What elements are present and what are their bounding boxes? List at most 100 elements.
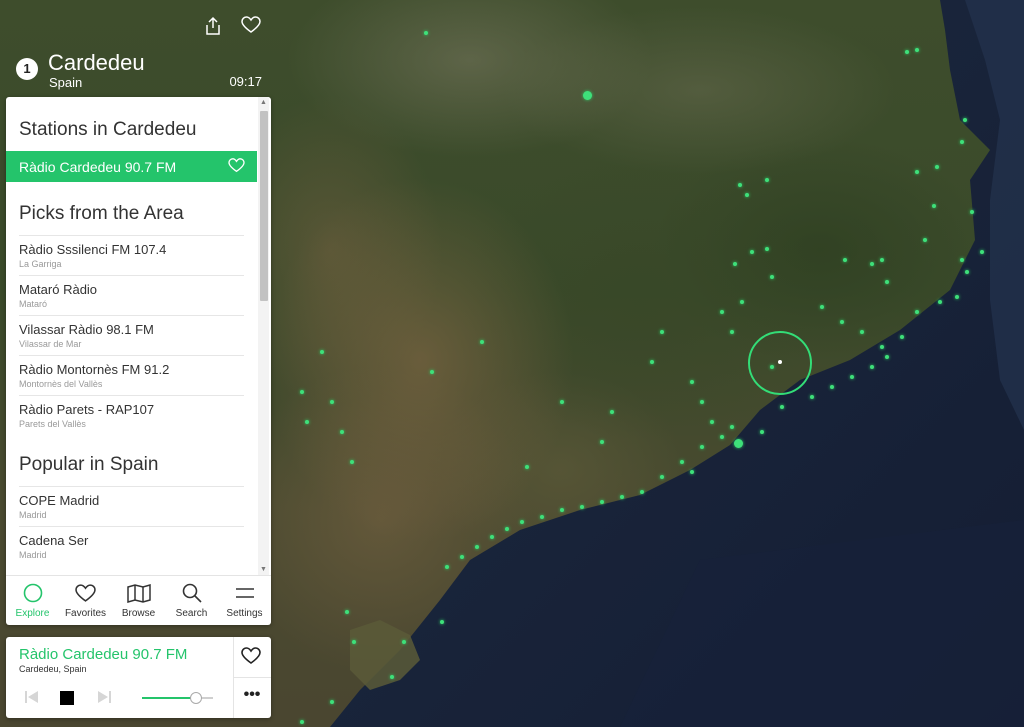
station-marker[interactable]	[750, 250, 754, 254]
station-marker[interactable]	[320, 350, 324, 354]
station-marker[interactable]	[680, 460, 684, 464]
nav-favorites[interactable]: Favorites	[59, 576, 112, 625]
volume-slider-handle[interactable]	[190, 692, 202, 704]
list-item[interactable]: Cadena Ser Madrid	[19, 526, 244, 566]
station-marker[interactable]	[520, 520, 524, 524]
station-marker[interactable]	[600, 440, 604, 444]
station-marker[interactable]	[738, 183, 742, 187]
station-marker[interactable]	[440, 620, 444, 624]
more-options-icon[interactable]: •••	[241, 687, 263, 705]
station-marker[interactable]	[480, 340, 484, 344]
station-marker[interactable]	[345, 610, 349, 614]
station-marker[interactable]	[970, 210, 974, 214]
scroll-down-arrow-icon[interactable]: ▼	[258, 564, 269, 575]
station-marker[interactable]	[885, 355, 889, 359]
station-marker[interactable]	[525, 465, 529, 469]
station-marker[interactable]	[340, 430, 344, 434]
station-marker[interactable]	[540, 515, 544, 519]
station-marker[interactable]	[640, 490, 644, 494]
station-marker[interactable]	[820, 305, 824, 309]
station-marker[interactable]	[870, 365, 874, 369]
active-station-row[interactable]: Ràdio Cardedeu 90.7 FM	[6, 151, 257, 182]
list-item[interactable]: Ràdio Parets - RAP107 Parets del Vallès	[19, 395, 244, 435]
station-marker[interactable]	[300, 390, 304, 394]
station-marker[interactable]	[880, 345, 884, 349]
station-marker[interactable]	[963, 118, 967, 122]
heart-icon[interactable]	[241, 647, 263, 669]
station-marker[interactable]	[860, 330, 864, 334]
station-marker[interactable]	[300, 720, 304, 724]
station-marker[interactable]	[730, 330, 734, 334]
list-item[interactable]: Vilassar Ràdio 98.1 FM Vilassar de Mar	[19, 315, 244, 355]
station-marker[interactable]	[734, 439, 743, 448]
scroll-thumb[interactable]	[260, 111, 268, 301]
station-marker[interactable]	[720, 435, 724, 439]
station-marker[interactable]	[780, 405, 784, 409]
station-marker[interactable]	[965, 270, 969, 274]
station-marker[interactable]	[740, 300, 744, 304]
station-marker[interactable]	[923, 238, 927, 242]
stop-icon[interactable]	[60, 691, 74, 705]
nav-browse[interactable]: Browse	[112, 576, 165, 625]
station-marker[interactable]	[424, 31, 428, 35]
station-marker[interactable]	[850, 375, 854, 379]
now-playing-title[interactable]: Ràdio Cardedeu 90.7 FM	[19, 646, 187, 663]
station-marker[interactable]	[600, 500, 604, 504]
station-marker[interactable]	[915, 170, 919, 174]
station-marker[interactable]	[960, 140, 964, 144]
station-marker[interactable]	[475, 545, 479, 549]
station-marker[interactable]	[885, 280, 889, 284]
station-marker[interactable]	[660, 330, 664, 334]
scroll-up-arrow-icon[interactable]: ▲	[258, 97, 269, 108]
station-marker[interactable]	[350, 460, 354, 464]
list-item[interactable]: Ràdio Sssilenci FM 107.4 La Garriga	[19, 235, 244, 275]
station-marker[interactable]	[760, 430, 764, 434]
station-marker[interactable]	[880, 258, 884, 262]
station-marker[interactable]	[843, 258, 847, 262]
station-marker[interactable]	[932, 204, 936, 208]
station-marker[interactable]	[390, 675, 394, 679]
station-marker[interactable]	[710, 420, 714, 424]
heart-icon[interactable]	[240, 16, 262, 38]
station-marker[interactable]	[330, 700, 334, 704]
list-item[interactable]: Ràdio Montornès FM 91.2 Montornès del Va…	[19, 355, 244, 395]
station-marker[interactable]	[960, 258, 964, 262]
station-marker[interactable]	[650, 360, 654, 364]
panel-scrollbar[interactable]: ▲ ▼	[258, 97, 269, 575]
station-marker[interactable]	[720, 310, 724, 314]
station-marker[interactable]	[840, 320, 844, 324]
heart-icon[interactable]	[228, 157, 245, 176]
station-marker[interactable]	[580, 505, 584, 509]
station-marker[interactable]	[700, 445, 704, 449]
station-marker[interactable]	[352, 640, 356, 644]
station-marker[interactable]	[900, 335, 904, 339]
previous-icon[interactable]	[25, 690, 39, 709]
station-marker[interactable]	[445, 565, 449, 569]
station-marker[interactable]	[915, 48, 919, 52]
station-marker[interactable]	[660, 475, 664, 479]
station-marker[interactable]	[905, 50, 909, 54]
station-marker[interactable]	[402, 640, 406, 644]
station-marker[interactable]	[700, 400, 704, 404]
station-marker[interactable]	[980, 250, 984, 254]
station-marker[interactable]	[330, 400, 334, 404]
station-marker[interactable]	[560, 400, 564, 404]
station-marker[interactable]	[745, 193, 749, 197]
station-marker[interactable]	[765, 178, 769, 182]
share-icon[interactable]	[202, 16, 224, 38]
next-icon[interactable]	[97, 690, 111, 709]
station-marker[interactable]	[938, 300, 942, 304]
list-item[interactable]: COPE Madrid Madrid	[19, 486, 244, 526]
station-marker[interactable]	[765, 247, 769, 251]
station-marker[interactable]	[620, 495, 624, 499]
station-marker[interactable]	[690, 470, 694, 474]
station-marker[interactable]	[730, 425, 734, 429]
station-marker[interactable]	[770, 275, 774, 279]
station-marker[interactable]	[690, 380, 694, 384]
station-marker[interactable]	[915, 310, 919, 314]
station-marker[interactable]	[935, 165, 939, 169]
list-item[interactable]: Mataró Ràdio Mataró	[19, 275, 244, 315]
station-marker[interactable]	[505, 527, 509, 531]
station-marker[interactable]	[870, 262, 874, 266]
station-marker[interactable]	[305, 420, 309, 424]
